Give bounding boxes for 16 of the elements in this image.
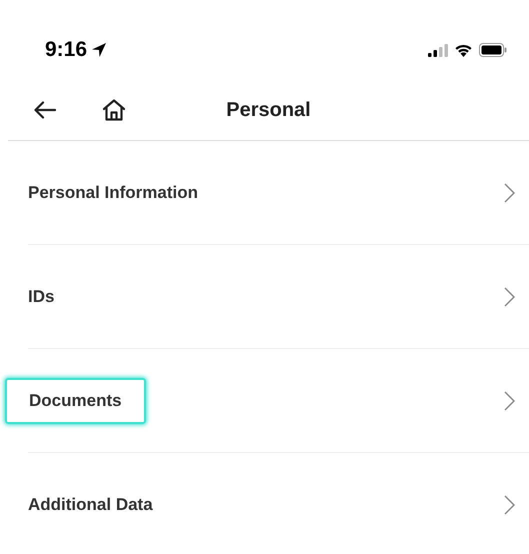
menu-item[interactable]: Documents [5,378,146,424]
battery-icon [479,43,507,57]
menu-item[interactable]: Personal Information [28,172,198,212]
signal-icon [428,44,448,56]
chevron-icon [504,182,515,202]
status-time: 9:16 [45,38,88,62]
chevron-icon [504,286,515,306]
chevron-icon [504,390,515,410]
location-arrow-icon [91,42,108,58]
menu-item[interactable]: IDs [28,276,54,316]
home-icon[interactable] [102,99,126,121]
back-arrow-icon[interactable] [34,101,56,119]
menu-item[interactable]: Additional Data [28,484,153,524]
wifi-icon [454,43,473,57]
page-title: Personal [226,98,311,122]
chevron-icon [504,494,515,514]
